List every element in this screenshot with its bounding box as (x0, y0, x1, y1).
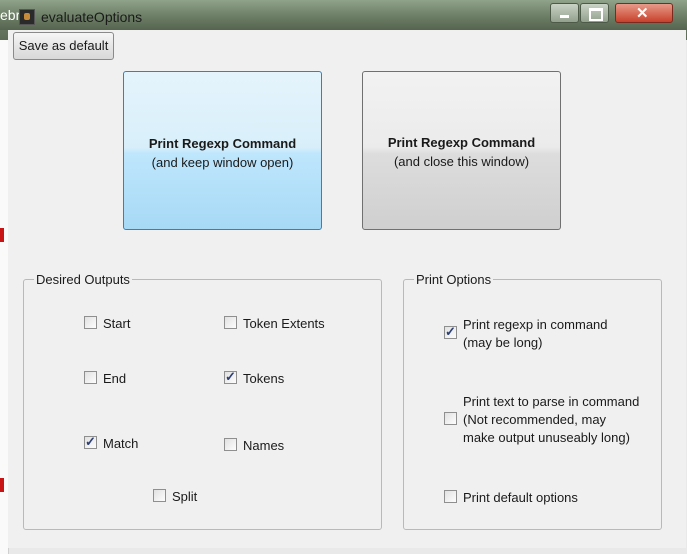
tokens-checkbox[interactable]: Tokens (224, 369, 285, 388)
end-label: End (103, 371, 127, 386)
names-label: Names (243, 438, 285, 453)
print-default-options-checkbox-box[interactable] (444, 490, 457, 503)
print-text-to-parse-checkbox-box[interactable] (444, 412, 457, 425)
maximize-icon (589, 8, 603, 21)
print-default-options-label: Print default options (463, 490, 578, 505)
desired-outputs-legend: Desired Outputs (36, 272, 130, 287)
desired-outputs-group: Desired Outputs (23, 272, 382, 530)
minimize-icon (560, 15, 569, 18)
print-regexp-in-command-line1: Print regexp in command (463, 317, 608, 332)
split-label: Split (172, 489, 198, 504)
close-button[interactable]: ✕ (615, 3, 673, 23)
close-icon: ✕ (636, 5, 649, 22)
split-checkbox[interactable]: Split (153, 488, 197, 506)
print-keep-open-button[interactable]: Print Regexp Command (and keep window op… (123, 71, 322, 230)
start-label: Start (103, 316, 131, 331)
tokens-checkbox-box[interactable] (224, 369, 237, 385)
tokens-label: Tokens (243, 371, 285, 386)
start-checkbox[interactable]: Start (84, 315, 130, 333)
background-red-marker (0, 478, 4, 492)
token-extents-checkbox-box[interactable] (224, 316, 237, 329)
print-regexp-in-command-label: Print regexp in command (may be long) (463, 316, 608, 352)
print-text-to-parse-line1: Print text to parse in command (463, 394, 640, 409)
match-checkbox-box[interactable] (84, 434, 97, 450)
print-regexp-in-command-line2: (may be long) (463, 335, 543, 350)
print-default-options-checkbox[interactable]: Print default options (444, 489, 578, 507)
print-regexp-in-command-checkbox-box[interactable] (444, 324, 457, 340)
print-keep-open-subtitle: (and keep window open) (151, 155, 294, 170)
print-text-to-parse-line3: make output unuseably long) (463, 430, 630, 445)
background-red-marker (0, 228, 4, 242)
match-label: Match (103, 436, 139, 451)
print-regexp-in-command-checkbox[interactable]: Print regexp in command (may be long) (444, 316, 608, 352)
print-text-to-parse-line2: (Not recommended, may (463, 412, 607, 427)
window-title: evaluateOptions (41, 9, 143, 25)
app-icon (19, 9, 35, 25)
token-extents-label: Token Extents (243, 316, 325, 331)
split-checkbox-box[interactable] (153, 489, 166, 502)
start-checkbox-box[interactable] (84, 316, 97, 329)
end-checkbox[interactable]: End (84, 370, 126, 388)
print-options-legend: Print Options (416, 272, 492, 287)
title-bar: ebra evaluateOptions ✕ (0, 0, 687, 30)
print-text-to-parse-label: Print text to parse in command (Not reco… (463, 393, 639, 447)
names-checkbox[interactable]: Names (224, 437, 284, 455)
print-close-window-button[interactable]: Print Regexp Command (and close this win… (362, 71, 561, 230)
token-extents-checkbox[interactable]: Token Extents (224, 315, 325, 333)
names-checkbox-box[interactable] (224, 438, 237, 451)
print-keep-open-title: Print Regexp Command (148, 136, 297, 151)
match-checkbox[interactable]: Match (84, 434, 139, 453)
print-close-window-subtitle: (and close this window) (393, 154, 530, 169)
save-as-default-button[interactable]: Save as default (13, 32, 114, 60)
end-checkbox-box[interactable] (84, 371, 97, 384)
print-close-window-title: Print Regexp Command (387, 135, 536, 150)
print-text-to-parse-checkbox[interactable]: Print text to parse in command (Not reco… (444, 393, 639, 447)
minimize-button[interactable] (550, 3, 579, 23)
maximize-button[interactable] (580, 3, 609, 23)
